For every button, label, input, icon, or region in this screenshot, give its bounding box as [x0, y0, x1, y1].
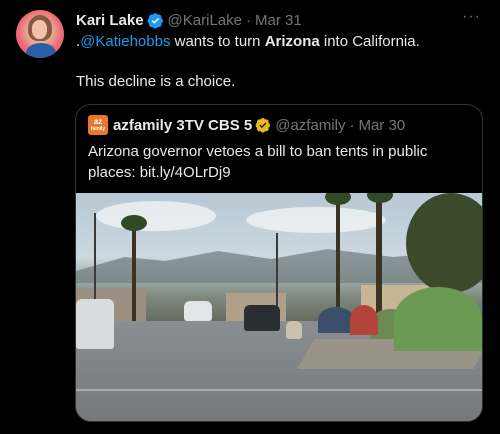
palm-trunk: [376, 193, 382, 313]
logo-line1: az: [93, 117, 103, 126]
avatar[interactable]: [16, 10, 64, 58]
quoted-tweet[interactable]: az family azfamily 3TV CBS 5 @azfamily ·…: [75, 104, 483, 422]
palm-trunk: [336, 193, 340, 318]
avatar-face: [32, 20, 47, 39]
car: [244, 305, 280, 331]
tent: [350, 305, 378, 335]
gold-verified-badge-icon: [255, 118, 271, 133]
tent: [394, 287, 482, 351]
cloud: [246, 207, 386, 233]
quoted-tweet-text: Arizona governor vetoes a bill to ban te…: [88, 143, 428, 181]
palm-top: [121, 215, 147, 231]
text-mid: wants to turn: [170, 33, 265, 50]
text-line2: This decline is a choice.: [76, 73, 236, 90]
quoted-separator-dot: ·: [349, 116, 355, 134]
road-line: [76, 389, 482, 391]
logo-line2: family: [90, 126, 106, 132]
tent: [318, 307, 354, 333]
separator-dot: ·: [245, 11, 251, 29]
tweet[interactable]: Kari Lake @KariLake · Mar 31 ··· .@Katie…: [0, 0, 500, 434]
quoted-tweet-header: az family azfamily 3TV CBS 5 @azfamily ·…: [88, 115, 405, 135]
car: [184, 301, 212, 321]
author-handle[interactable]: @KariLake: [168, 12, 242, 29]
palm-top: [325, 193, 351, 205]
tweet-header: Kari Lake @KariLake · Mar 31: [76, 10, 302, 30]
avatar-shirt: [26, 43, 56, 58]
parked-car: [76, 299, 114, 349]
quoted-tweet-photo[interactable]: [76, 193, 482, 421]
palm-trunk: [132, 223, 136, 323]
text-bold: Arizona: [264, 33, 320, 50]
mention-link[interactable]: @Katiehobbs: [80, 33, 170, 50]
tweet-date[interactable]: Mar 31: [255, 12, 302, 29]
text-end: into California.: [319, 33, 420, 50]
more-options-icon[interactable]: ···: [462, 8, 481, 26]
cloud: [96, 201, 216, 231]
azfamily-logo[interactable]: az family: [88, 115, 108, 135]
quoted-author-name[interactable]: azfamily 3TV CBS 5: [113, 117, 252, 134]
quoted-tweet-date[interactable]: Mar 30: [358, 117, 405, 134]
quoted-author-handle[interactable]: @azfamily: [275, 117, 345, 134]
wheelchair: [286, 321, 302, 339]
verified-badge-icon: [147, 12, 163, 29]
palm-top: [367, 193, 393, 203]
author-name[interactable]: Kari Lake: [76, 12, 144, 29]
tweet-text: .@Katiehobbs wants to turn Arizona into …: [76, 32, 486, 92]
